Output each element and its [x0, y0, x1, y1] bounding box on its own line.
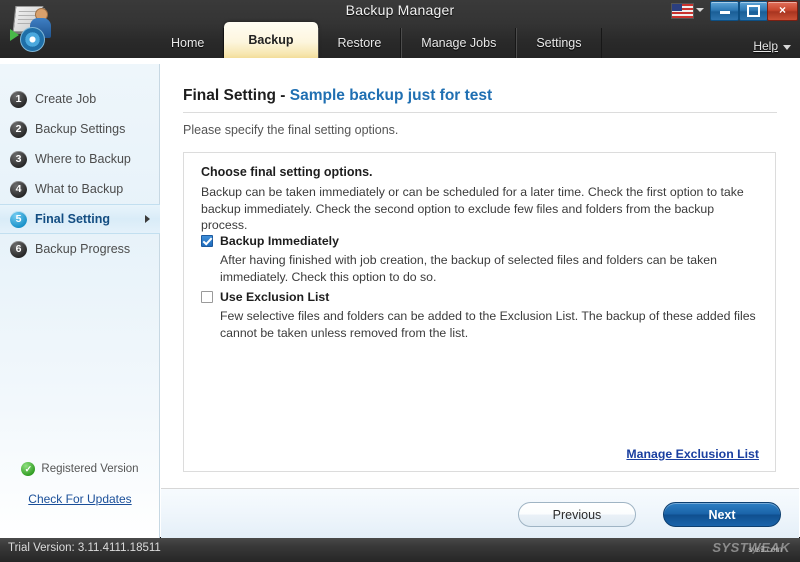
wizard-step-list: 1 Create Job 2 Backup Settings 3 Where t…	[0, 84, 160, 264]
sidebar-item-backup-settings[interactable]: 2 Backup Settings	[0, 114, 160, 144]
panel-description: Backup can be taken immediately or can b…	[201, 185, 744, 232]
minimize-button[interactable]	[710, 1, 739, 21]
sidebar-item-label: Backup Settings	[35, 122, 126, 136]
maximize-button[interactable]	[739, 1, 768, 21]
main-tab-bar: Home Backup Restore Manage Jobs Settings…	[0, 22, 800, 58]
registered-status: ✓ Registered Version	[0, 462, 160, 476]
use-exclusion-list-checkbox[interactable]	[201, 291, 213, 303]
language-flag-icon[interactable]	[671, 3, 694, 19]
page-title: Final Setting - Sample backup just for t…	[183, 87, 492, 105]
title-divider	[183, 112, 777, 113]
minimize-icon	[719, 10, 730, 14]
help-menu[interactable]: Help	[753, 39, 791, 53]
final-setting-panel: Choose final setting options. Backup can…	[183, 152, 776, 472]
sidebar-item-label: Backup Progress	[35, 242, 131, 256]
next-button[interactable]: Next	[663, 502, 781, 527]
window-body: 1 Create Job 2 Backup Settings 3 Where t…	[0, 58, 800, 538]
tab-home[interactable]: Home	[152, 28, 225, 58]
close-button[interactable]: ×	[767, 1, 798, 21]
step-number-badge: 5	[10, 210, 27, 228]
tab-list: Home Backup Restore Manage Jobs Settings	[152, 22, 602, 58]
page-title-prefix: Final Setting -	[183, 87, 290, 104]
page-title-job-name: Sample backup just for test	[289, 87, 493, 104]
watermark-subtext: sys9.com	[748, 545, 782, 554]
tab-restore[interactable]: Restore	[317, 28, 402, 58]
registered-label: Registered Version	[41, 463, 139, 475]
chevron-right-icon	[145, 215, 150, 223]
help-chevron-down-icon[interactable]	[783, 45, 791, 50]
wizard-footer: Previous Next	[161, 488, 799, 538]
step-number-badge: 6	[10, 240, 27, 258]
wizard-sidebar: 1 Create Job 2 Backup Settings 3 Where t…	[0, 64, 160, 538]
trial-version-text: Trial Version: 3.11.4111.18511	[8, 542, 161, 554]
green-check-icon: ✓	[21, 462, 36, 476]
language-chevron-down-icon[interactable]	[696, 8, 704, 12]
sidebar-item-label: Where to Backup	[35, 152, 131, 166]
use-exclusion-list-label[interactable]: Use Exclusion List	[220, 290, 329, 304]
page-subtitle: Please specify the final setting options…	[183, 123, 399, 137]
help-underline: Help	[753, 39, 778, 53]
sidebar-item-what-to-backup[interactable]: 4 What to Backup	[0, 174, 160, 204]
sidebar-item-where-to-backup[interactable]: 3 Where to Backup	[0, 144, 160, 174]
step-number-badge: 3	[10, 150, 27, 168]
sidebar-item-label: Create Job	[35, 92, 97, 106]
use-exclusion-list-description: Few selective files and folders can be a…	[220, 309, 756, 340]
step-number-badge: 4	[10, 180, 27, 198]
status-bar: Trial Version: 3.11.4111.18511 SYSTWEAK …	[0, 538, 800, 562]
maximize-icon	[747, 5, 760, 18]
manage-exclusion-list-link[interactable]: Manage Exclusion List	[626, 447, 759, 461]
sidebar-item-backup-progress[interactable]: 6 Backup Progress	[0, 234, 160, 264]
backup-immediately-label[interactable]: Backup Immediately	[220, 234, 339, 248]
sidebar-item-label: What to Backup	[35, 182, 124, 196]
tab-manage-jobs[interactable]: Manage Jobs	[401, 28, 517, 58]
help-label: Help	[753, 39, 778, 53]
sidebar-item-label: Final Setting	[35, 212, 110, 226]
step-number-badge: 2	[10, 120, 27, 138]
backup-manager-window: Backup Manager × Home Backup Restore Man…	[0, 0, 800, 562]
previous-button[interactable]: Previous	[518, 502, 636, 527]
check-for-updates-link[interactable]: Check For Updates	[0, 492, 160, 506]
backup-immediately-checkbox[interactable]	[201, 235, 213, 247]
panel-heading: Choose final setting options.	[201, 165, 373, 179]
tab-backup[interactable]: Backup	[224, 22, 318, 58]
backup-immediately-description: After having finished with job creation,…	[220, 253, 717, 284]
content-pane: Final Setting - Sample backup just for t…	[161, 64, 799, 538]
sidebar-item-final-setting[interactable]: 5 Final Setting	[0, 204, 160, 234]
sidebar-item-create-job[interactable]: 1 Create Job	[0, 84, 160, 114]
tab-settings[interactable]: Settings	[516, 28, 602, 58]
step-number-badge: 1	[10, 90, 27, 108]
